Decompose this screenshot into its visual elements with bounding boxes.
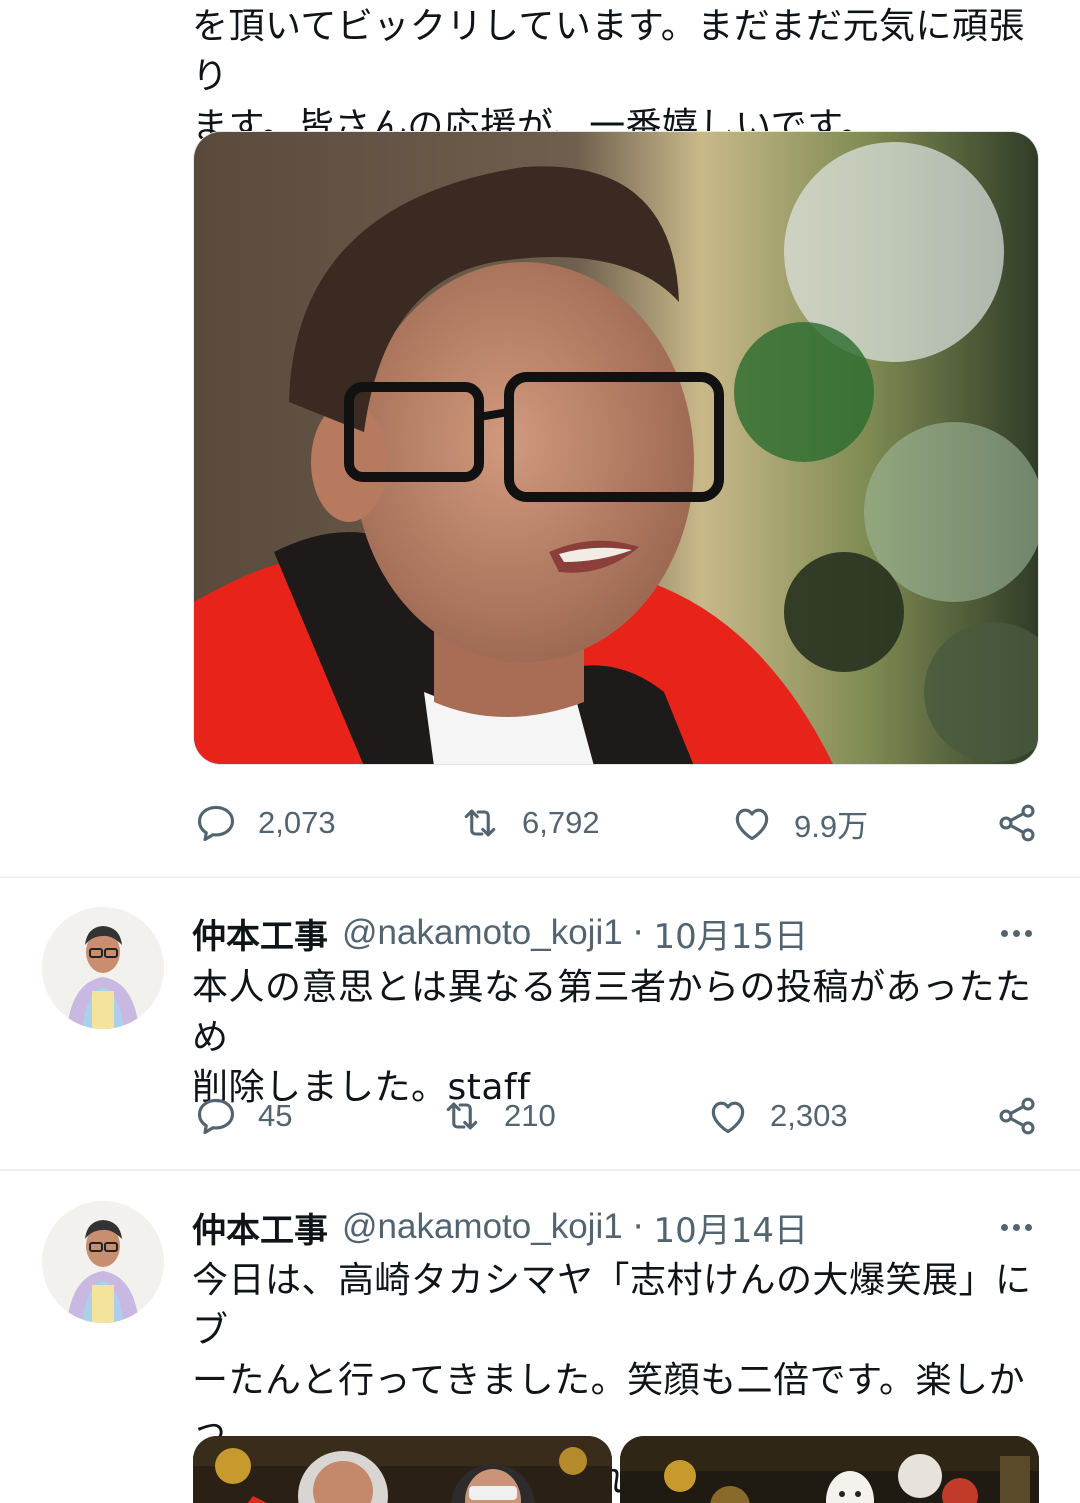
- tweet-text: を頂いてビックリしています。まだまだ元気に頑張り ます。皆さんの応援が、一番嬉し…: [192, 6, 1026, 147]
- gallery-photo[interactable]: [193, 1436, 612, 1503]
- user-handle[interactable]: @nakamoto_koji1: [342, 1207, 623, 1247]
- like-button[interactable]: 2,303: [706, 1086, 848, 1146]
- tweet-photo[interactable]: [193, 131, 1039, 765]
- more-button[interactable]: [996, 913, 1036, 953]
- tweet-actions: 2,073 6,792 9.9万: [0, 793, 1080, 853]
- share-icon: [999, 804, 1035, 842]
- tweet-divider: [0, 876, 1080, 878]
- photo-image: [193, 1436, 612, 1503]
- avatar[interactable]: [42, 1201, 164, 1323]
- retweet-count: 210: [504, 1098, 556, 1133]
- avatar-image: [42, 1201, 164, 1323]
- like-count: 2,303: [770, 1098, 848, 1133]
- share-button[interactable]: [995, 1086, 1039, 1146]
- photo-image: [620, 1436, 1039, 1503]
- display-name[interactable]: 仲本工事: [192, 909, 328, 958]
- retweet-icon: [464, 809, 496, 837]
- tweet-header: 仲本工事 @nakamoto_koji1 · 10月15日: [192, 908, 808, 958]
- portrait-photo: [194, 132, 1038, 764]
- reply-count: 2,073: [258, 805, 336, 840]
- avatar[interactable]: [42, 907, 164, 1029]
- user-handle[interactable]: @nakamoto_koji1: [342, 913, 623, 953]
- tweet-photo-gallery: [193, 1436, 1039, 1503]
- separator-dot: ·: [632, 1207, 644, 1247]
- tweet-date[interactable]: 10月14日: [654, 1203, 809, 1252]
- retweet-button[interactable]: 6,792: [458, 793, 600, 853]
- more-icon: [1000, 1223, 1008, 1231]
- retweet-count: 6,792: [522, 805, 600, 840]
- more-button[interactable]: [996, 1207, 1036, 1247]
- like-button[interactable]: 9.9万: [730, 793, 868, 853]
- tweet-divider: [0, 1169, 1080, 1171]
- tweet-date[interactable]: 10月15日: [654, 909, 809, 958]
- tweet-actions: 45 210 2,303: [0, 1086, 1080, 1146]
- display-name[interactable]: 仲本工事: [192, 1203, 328, 1252]
- more-icon: [1000, 929, 1008, 937]
- reply-button[interactable]: 2,073: [194, 793, 336, 853]
- heart-icon: [711, 1101, 745, 1134]
- retweet-icon: [446, 1102, 478, 1130]
- tweet-header: 仲本工事 @nakamoto_koji1 · 10月14日: [192, 1202, 808, 1252]
- gallery-photo[interactable]: [620, 1436, 1039, 1503]
- reply-icon: [197, 805, 235, 842]
- avatar-image: [42, 907, 164, 1029]
- reply-button[interactable]: 45: [194, 1086, 292, 1146]
- like-count: 9.9万: [794, 808, 869, 844]
- heart-icon: [735, 808, 769, 841]
- reply-count: 45: [258, 1098, 293, 1133]
- share-icon: [999, 1097, 1035, 1135]
- share-button[interactable]: [995, 793, 1039, 853]
- separator-dot: ·: [632, 913, 644, 953]
- reply-icon: [197, 1098, 235, 1135]
- retweet-button[interactable]: 210: [440, 1086, 556, 1146]
